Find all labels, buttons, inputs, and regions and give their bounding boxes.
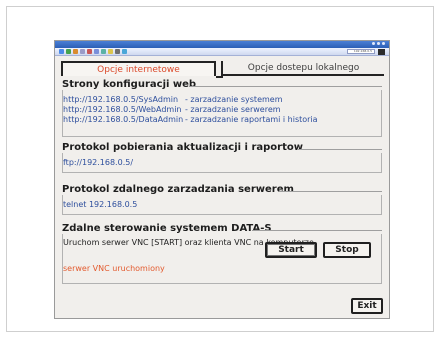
top-toolbar: 192.168.0.5 [55,48,389,56]
sysadmin-link[interactable]: http://192.168.0.5/SysAdmin [63,95,178,105]
alert-icon[interactable] [87,49,92,54]
vnc-status: serwer VNC uruchomiony [63,264,165,273]
window-icon[interactable] [59,49,64,54]
exit-button[interactable]: Exit [351,298,383,314]
webadmin-description: - zarzadzanie serwerem [185,105,281,114]
dataadmin-description: - zarzadzanie raportami i historia [185,115,318,124]
tray-address-label: 192.168.0.5 [353,49,372,53]
maximize-icon[interactable] [377,42,380,45]
tab-internet-options[interactable]: Opcje internetowe [61,61,216,76]
close-icon[interactable] [382,42,385,45]
remote-management-title-rule [279,191,382,192]
app-icon[interactable] [66,49,71,54]
settings-icon[interactable] [94,49,99,54]
star-icon[interactable] [108,49,113,54]
toolbar-icon-strip [59,49,127,54]
tool-icon[interactable] [101,49,106,54]
remote-management-section: Protokol zdalnego zarzadzania serwerem t… [62,184,382,215]
download-protocol-title-rule [297,149,382,150]
web-config-title-rule [189,86,382,87]
monitor-icon[interactable] [115,49,120,54]
tab-divider [216,76,223,78]
web-config-section: Strony konfiguracji web http://192.168.0… [62,79,382,137]
tab-local-access-options[interactable]: Opcje dostepu lokalnego [221,61,384,76]
window-titlebar [55,41,389,48]
dataadmin-link[interactable]: http://192.168.0.5/DataAdmin [63,115,183,125]
webadmin-link[interactable]: http://192.168.0.5/WebAdmin [63,105,182,115]
battery-icon [378,49,385,55]
device-screen: 192.168.0.5 Opcje internetowe Opcje dost… [54,40,390,319]
download-protocol-section: Protokol pobierania aktualizacji i rapor… [62,142,382,173]
folder-icon[interactable] [73,49,78,54]
tray-address-box: 192.168.0.5 [347,49,375,54]
network-icon[interactable] [80,49,85,54]
download-protocol-box: ftp://192.168.0.5/ [62,153,382,173]
remote-management-box: telnet 192.168.0.5 [62,195,382,215]
screenshot-page: 192.168.0.5 Opcje internetowe Opcje dost… [0,0,442,340]
stop-button[interactable]: Stop [323,242,371,258]
sysadmin-description: - zarzadzanie systemem [185,95,283,104]
refresh-icon[interactable] [122,49,127,54]
remote-control-title-rule [252,230,382,231]
window-controls [372,42,385,45]
minimize-icon[interactable] [372,42,375,45]
tab-strip: Opcje internetowe Opcje dostepu lokalneg… [61,61,384,78]
web-config-box: http://192.168.0.5/SysAdmin - zarzadzani… [62,90,382,137]
start-button[interactable]: Start [265,242,317,258]
ftp-address[interactable]: ftp://192.168.0.5/ [63,158,133,168]
telnet-address[interactable]: telnet 192.168.0.5 [63,200,137,210]
